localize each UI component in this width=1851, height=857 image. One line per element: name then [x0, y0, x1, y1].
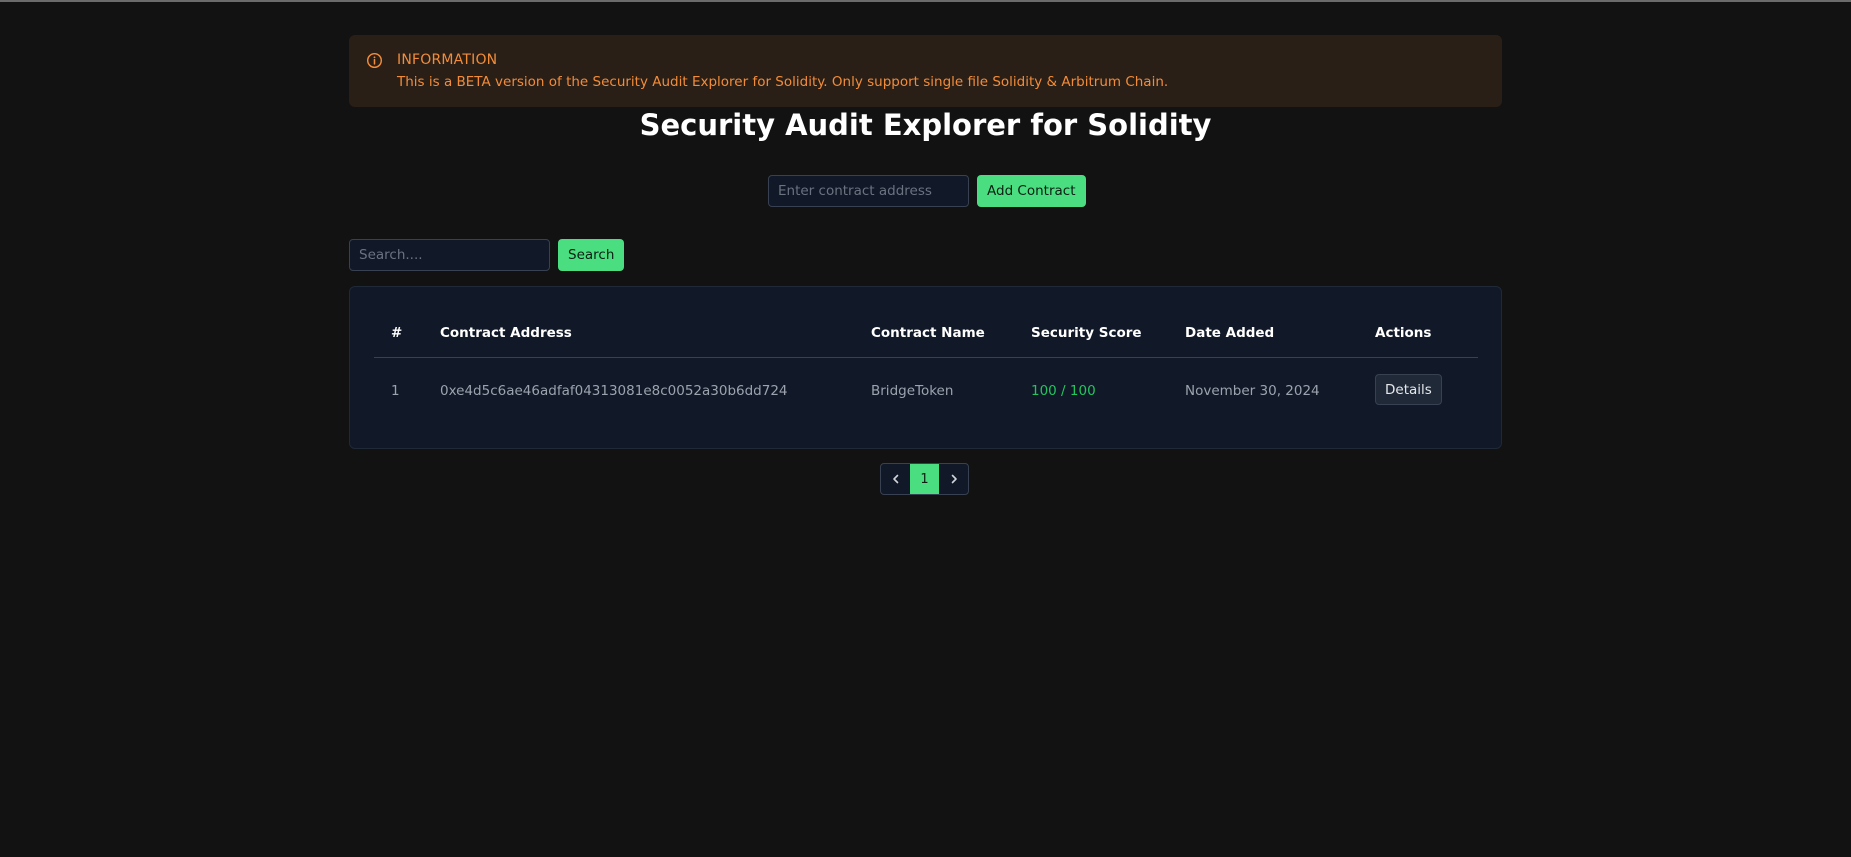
- window-top-border: [0, 0, 1851, 2]
- row-contract-address: 0xe4d5c6ae46adfaf04313081e8c0052a30b6dd7…: [440, 383, 788, 399]
- add-contract-button[interactable]: Add Contract: [977, 175, 1086, 207]
- search-button[interactable]: Search: [558, 239, 625, 271]
- row-index: 1: [391, 383, 400, 399]
- contracts-table-card: # Contract Address Contract Name Securit…: [349, 286, 1502, 449]
- table-row: 1 0xe4d5c6ae46adfaf04313081e8c0052a30b6d…: [374, 358, 1478, 422]
- table-header: # Contract Address Contract Name Securit…: [374, 310, 1478, 358]
- header-contract-name: Contract Name: [871, 325, 985, 341]
- header-date-added: Date Added: [1185, 325, 1275, 341]
- page-title: Security Audit Explorer for Solidity: [639, 108, 1212, 142]
- row-security-score: 100 / 100: [1031, 383, 1096, 399]
- search-input[interactable]: [349, 239, 550, 271]
- prev-page-button[interactable]: [881, 464, 910, 494]
- chevron-right-icon: [951, 474, 957, 484]
- add-contract-form: Add Contract: [768, 175, 1086, 207]
- header-contract-address: Contract Address: [440, 325, 572, 341]
- search-form: Search: [349, 239, 625, 271]
- chevron-left-icon: [892, 474, 898, 484]
- alert-title: INFORMATION: [397, 52, 498, 68]
- row-contract-name: BridgeToken: [871, 383, 954, 399]
- info-icon: [366, 52, 383, 69]
- next-page-button[interactable]: [939, 464, 968, 494]
- row-date-added: November 30, 2024: [1185, 383, 1320, 399]
- details-button[interactable]: Details: [1375, 374, 1442, 405]
- page-button-current[interactable]: 1: [910, 464, 939, 494]
- info-alert: INFORMATION This is a BETA version of th…: [349, 35, 1502, 107]
- header-actions: Actions: [1375, 325, 1432, 341]
- header-index: #: [391, 325, 403, 341]
- contract-address-input[interactable]: [768, 175, 969, 207]
- contracts-table: # Contract Address Contract Name Securit…: [374, 310, 1478, 422]
- header-security-score: Security Score: [1031, 325, 1142, 341]
- alert-message: This is a BETA version of the Security A…: [397, 74, 1169, 90]
- pagination: 1: [880, 463, 969, 495]
- main-container: INFORMATION This is a BETA version of th…: [349, 35, 1502, 495]
